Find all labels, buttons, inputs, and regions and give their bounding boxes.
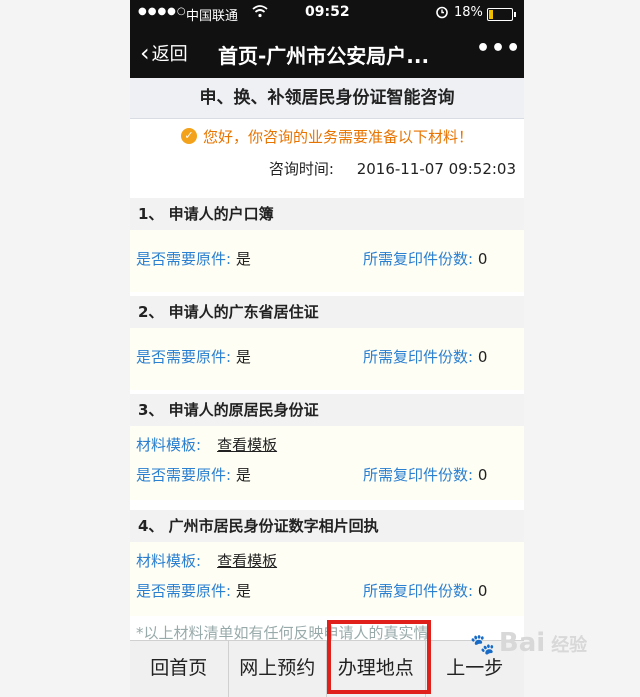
material-title: 1、 申请人的户口簿 bbox=[130, 198, 524, 230]
material-item: 2、 申请人的广东省居住证 是否需要原件: 是 所需复印件份数: 0 bbox=[130, 296, 524, 390]
original-row: 是否需要原件: 是 所需复印件份数: 0 bbox=[130, 338, 524, 370]
material-item: 1、 申请人的户口簿 是否需要原件: 是 所需复印件份数: 0 bbox=[130, 198, 524, 292]
query-time-label: 咨询时间: bbox=[268, 160, 334, 178]
more-icon[interactable]: ••• bbox=[476, 36, 521, 61]
baidu-watermark: 🐾 Bai 经验 bbox=[470, 628, 587, 658]
status-bar: ●●●●○ 中国联通 09:52 18% bbox=[130, 0, 524, 28]
signal-strength-icon: ●●●●○ bbox=[138, 6, 187, 17]
home-button[interactable]: 回首页 bbox=[130, 641, 229, 697]
original-label: 是否需要原件: bbox=[136, 582, 232, 600]
notice-text: 您好，你咨询的业务需要准备以下材料！ bbox=[202, 127, 473, 146]
consultation-header: 申、换、补领居民身份证智能咨询 bbox=[130, 78, 524, 119]
copies-label: 所需复印件份数: bbox=[363, 250, 474, 268]
online-booking-button[interactable]: 网上预约 bbox=[229, 641, 327, 697]
battery-icon bbox=[487, 8, 516, 21]
original-label: 是否需要原件: bbox=[136, 348, 232, 366]
copies-value: 0 bbox=[477, 582, 488, 600]
alarm-clock-icon bbox=[435, 5, 449, 23]
wifi-icon bbox=[252, 4, 268, 22]
original-row: 是否需要原件: 是 所需复印件份数: 0 bbox=[130, 240, 524, 272]
page-title: 首页-广州市公安局户... bbox=[218, 44, 430, 68]
original-row: 是否需要原件: 是 所需复印件份数: 0 bbox=[130, 572, 524, 604]
query-time: 咨询时间: 2016-11-07 09:52:03 bbox=[269, 158, 516, 179]
back-label: 返回 bbox=[151, 44, 188, 65]
view-template-link[interactable]: 查看模板 bbox=[217, 436, 277, 454]
notice-banner: ✓ 您好，你咨询的业务需要准备以下材料！ bbox=[130, 119, 524, 153]
original-row: 是否需要原件: 是 所需复印件份数: 0 bbox=[130, 456, 524, 488]
nav-bar: ‹ 返回 首页-广州市公安局户... ••• bbox=[130, 28, 524, 78]
original-value: 是 bbox=[235, 582, 251, 600]
material-title: 3、 申请人的原居民身份证 bbox=[130, 394, 524, 426]
material-item: 3、 申请人的原居民身份证 材料模板: 查看模板 是否需要原件: 是 所需复印件份… bbox=[130, 394, 524, 500]
original-value: 是 bbox=[235, 250, 251, 268]
template-label: 材料模板: bbox=[136, 436, 202, 454]
material-title: 2、 申请人的广东省居住证 bbox=[130, 296, 524, 328]
watermark-suffix: 经验 bbox=[551, 635, 588, 656]
original-value: 是 bbox=[235, 466, 251, 484]
status-time: 09:52 bbox=[305, 4, 350, 20]
material-title: 4、 广州市居民身份证数字相片回执 bbox=[130, 510, 524, 542]
highlight-box bbox=[327, 620, 431, 694]
view-template-link[interactable]: 查看模板 bbox=[217, 552, 277, 570]
copies-value: 0 bbox=[477, 250, 488, 268]
query-time-value: 2016-11-07 09:52:03 bbox=[356, 160, 516, 178]
copies-label: 所需复印件份数: bbox=[363, 348, 474, 366]
back-button[interactable]: ‹ 返回 bbox=[140, 40, 188, 66]
copies-label: 所需复印件份数: bbox=[363, 466, 474, 484]
chevron-left-icon: ‹ bbox=[140, 39, 150, 67]
original-label: 是否需要原件: bbox=[136, 466, 232, 484]
phone-screen: ●●●●○ 中国联通 09:52 18% ‹ 返回 首页-广州市公安局户... … bbox=[130, 0, 524, 697]
copies-value: 0 bbox=[477, 348, 488, 366]
copies-label: 所需复印件份数: bbox=[363, 582, 474, 600]
template-row: 材料模板: 查看模板 bbox=[130, 426, 524, 456]
original-label: 是否需要原件: bbox=[136, 250, 232, 268]
template-label: 材料模板: bbox=[136, 552, 202, 570]
copies-value: 0 bbox=[477, 466, 488, 484]
watermark-brand: Bai bbox=[498, 628, 546, 658]
check-circle-icon: ✓ bbox=[180, 128, 197, 144]
material-item: 4、 广州市居民身份证数字相片回执 材料模板: 查看模板 是否需要原件: 是 所需… bbox=[130, 510, 524, 616]
original-value: 是 bbox=[235, 348, 251, 366]
carrier-name: 中国联通 bbox=[186, 9, 239, 24]
paw-icon: 🐾 bbox=[470, 632, 495, 656]
battery-percent: 18% bbox=[454, 5, 483, 20]
template-row: 材料模板: 查看模板 bbox=[130, 542, 524, 572]
battery-level bbox=[489, 10, 493, 19]
